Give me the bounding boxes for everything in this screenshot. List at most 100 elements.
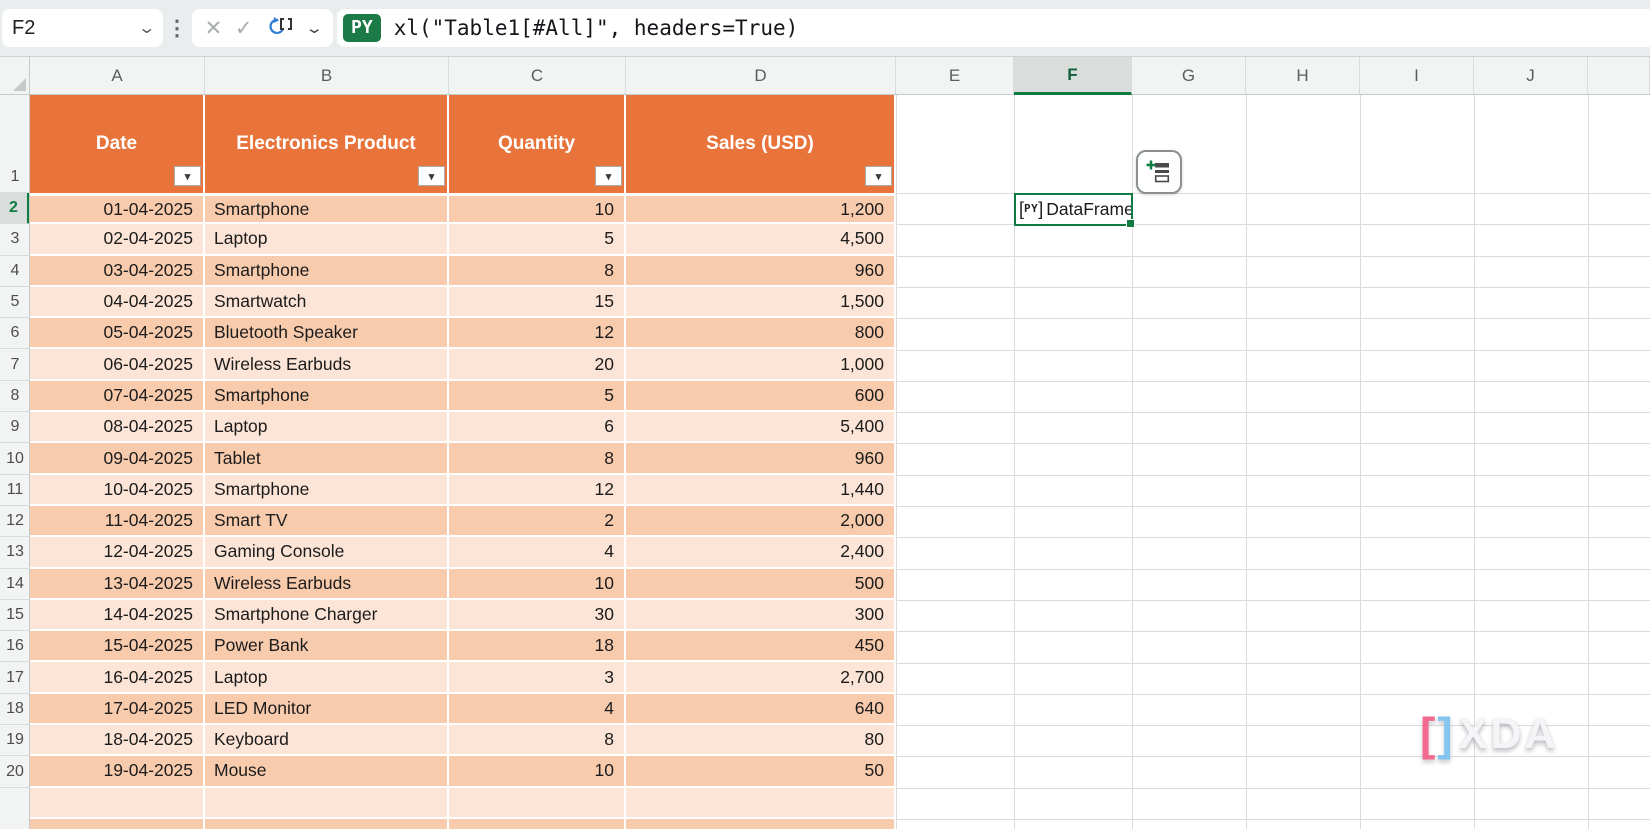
- table-row[interactable]: [30, 819, 896, 829]
- table-cell[interactable]: 09-04-2025: [30, 443, 205, 472]
- table-cell[interactable]: [30, 819, 205, 829]
- table-cell[interactable]: 20: [449, 349, 626, 378]
- table-cell[interactable]: 19-04-2025: [30, 756, 205, 785]
- table-row[interactable]: 06-04-2025Wireless Earbuds201,000: [30, 349, 896, 380]
- table-row[interactable]: 14-04-2025Smartphone Charger30300: [30, 600, 896, 631]
- table-cell[interactable]: 4,500: [626, 224, 896, 253]
- row-header[interactable]: 10: [0, 443, 30, 474]
- table-cell[interactable]: 5: [449, 381, 626, 410]
- table-cell[interactable]: 960: [626, 256, 896, 285]
- table-cell[interactable]: 5,400: [626, 412, 896, 441]
- filter-dropdown-icon[interactable]: ▾: [595, 166, 622, 186]
- table-cell[interactable]: Smart TV: [205, 506, 449, 535]
- table-cell[interactable]: 8: [449, 256, 626, 285]
- table-cell[interactable]: 1,500: [626, 287, 896, 316]
- python-object-icon[interactable]: [265, 14, 295, 43]
- table-cell[interactable]: 4: [449, 694, 626, 723]
- table-cell[interactable]: 14-04-2025: [30, 600, 205, 629]
- table-cell[interactable]: Keyboard: [205, 725, 449, 754]
- table-cell[interactable]: [449, 788, 626, 817]
- select-all-corner[interactable]: [0, 57, 30, 94]
- column-header[interactable]: I: [1360, 57, 1474, 94]
- row-header[interactable]: 13: [0, 537, 30, 568]
- row-header[interactable]: 12: [0, 506, 30, 537]
- table-cell[interactable]: Smartphone Charger: [205, 600, 449, 629]
- table-cell[interactable]: 17-04-2025: [30, 694, 205, 723]
- formula-input[interactable]: PY xl("Table1[#All]", headers=True): [337, 9, 1650, 47]
- table-cell[interactable]: 18: [449, 631, 626, 660]
- table-cell[interactable]: 300: [626, 600, 896, 629]
- table-row[interactable]: 08-04-2025Laptop65,400: [30, 412, 896, 443]
- table-row[interactable]: 13-04-2025Wireless Earbuds10500: [30, 569, 896, 600]
- table-cell[interactable]: 07-04-2025: [30, 381, 205, 410]
- table-cell[interactable]: 15: [449, 287, 626, 316]
- table-row[interactable]: 15-04-2025Power Bank18450: [30, 631, 896, 662]
- table-row[interactable]: 19-04-2025Mouse1050: [30, 756, 896, 787]
- table-cell[interactable]: 800: [626, 318, 896, 347]
- table-cell[interactable]: Wireless Earbuds: [205, 349, 449, 378]
- enter-icon[interactable]: ✓: [235, 16, 253, 41]
- table-cell[interactable]: 12: [449, 318, 626, 347]
- table-cell[interactable]: [626, 788, 896, 817]
- table-cell[interactable]: [626, 819, 896, 829]
- table-row[interactable]: 02-04-2025Laptop54,500: [30, 224, 896, 255]
- table-row[interactable]: 09-04-2025Tablet8960: [30, 443, 896, 474]
- table-cell[interactable]: 1,000: [626, 349, 896, 378]
- table-cell[interactable]: 2,700: [626, 662, 896, 691]
- table-row[interactable]: 11-04-2025Smart TV22,000: [30, 506, 896, 537]
- table-cell[interactable]: 03-04-2025: [30, 256, 205, 285]
- column-header[interactable]: J: [1474, 57, 1588, 94]
- table-cell[interactable]: 08-04-2025: [30, 412, 205, 441]
- row-header[interactable]: 14: [0, 569, 30, 600]
- column-header[interactable]: H: [1246, 57, 1360, 94]
- row-header[interactable]: 16: [0, 631, 30, 662]
- chevron-down-icon[interactable]: ⌄: [137, 18, 156, 38]
- table-row[interactable]: 16-04-2025Laptop32,700: [30, 662, 896, 693]
- table-cell[interactable]: 450: [626, 631, 896, 660]
- insert-data-card-button[interactable]: [1136, 150, 1182, 194]
- table-row[interactable]: 18-04-2025Keyboard880: [30, 725, 896, 756]
- table-cell[interactable]: 960: [626, 443, 896, 472]
- table-cell[interactable]: 06-04-2025: [30, 349, 205, 378]
- table-cell[interactable]: Gaming Console: [205, 537, 449, 566]
- row-header[interactable]: 15: [0, 600, 30, 631]
- table-cell[interactable]: 18-04-2025: [30, 725, 205, 754]
- table-cell[interactable]: Power Bank: [205, 631, 449, 660]
- table-cell[interactable]: Laptop: [205, 662, 449, 691]
- table-cell[interactable]: 2: [449, 506, 626, 535]
- table-cell[interactable]: 11-04-2025: [30, 506, 205, 535]
- table-row[interactable]: 05-04-2025Bluetooth Speaker12800: [30, 318, 896, 349]
- table-cell[interactable]: Laptop: [205, 224, 449, 253]
- row-header[interactable]: 2: [0, 193, 30, 224]
- row-header[interactable]: 19: [0, 725, 30, 756]
- table-row[interactable]: 04-04-2025Smartwatch151,500: [30, 287, 896, 318]
- table-cell[interactable]: 30: [449, 600, 626, 629]
- table-cell[interactable]: 13-04-2025: [30, 569, 205, 598]
- row-header[interactable]: 17: [0, 663, 30, 694]
- table-cell[interactable]: [205, 819, 449, 829]
- filter-dropdown-icon[interactable]: ▾: [174, 166, 201, 186]
- row-header[interactable]: 9: [0, 412, 30, 443]
- table-cell[interactable]: Mouse: [205, 756, 449, 785]
- table-cell[interactable]: 50: [626, 756, 896, 785]
- cell-selection-f2[interactable]: [1014, 193, 1133, 226]
- table-cell[interactable]: 2,000: [626, 506, 896, 535]
- table-row[interactable]: [30, 788, 896, 819]
- formula-text[interactable]: xl("Table1[#All]", headers=True): [394, 16, 799, 40]
- row-header[interactable]: 5: [0, 287, 30, 318]
- table-cell[interactable]: 500: [626, 569, 896, 598]
- row-header[interactable]: 11: [0, 475, 30, 506]
- table-cell[interactable]: 02-04-2025: [30, 224, 205, 253]
- column-header[interactable]: F: [1014, 57, 1132, 95]
- drag-handle-icon[interactable]: ⋮: [168, 9, 186, 47]
- table-cell[interactable]: 04-04-2025: [30, 287, 205, 316]
- table-cell[interactable]: 12-04-2025: [30, 537, 205, 566]
- row-header[interactable]: 3: [0, 224, 30, 255]
- table-cell[interactable]: Laptop: [205, 412, 449, 441]
- worksheet-grid[interactable]: ABCDEFGHIJ 12345678910111213141516171819…: [0, 57, 1650, 829]
- table-cell[interactable]: 8: [449, 443, 626, 472]
- table-cell[interactable]: Bluetooth Speaker: [205, 318, 449, 347]
- table-cell[interactable]: [449, 819, 626, 829]
- table-cell[interactable]: Tablet: [205, 443, 449, 472]
- row-header[interactable]: 7: [0, 350, 30, 381]
